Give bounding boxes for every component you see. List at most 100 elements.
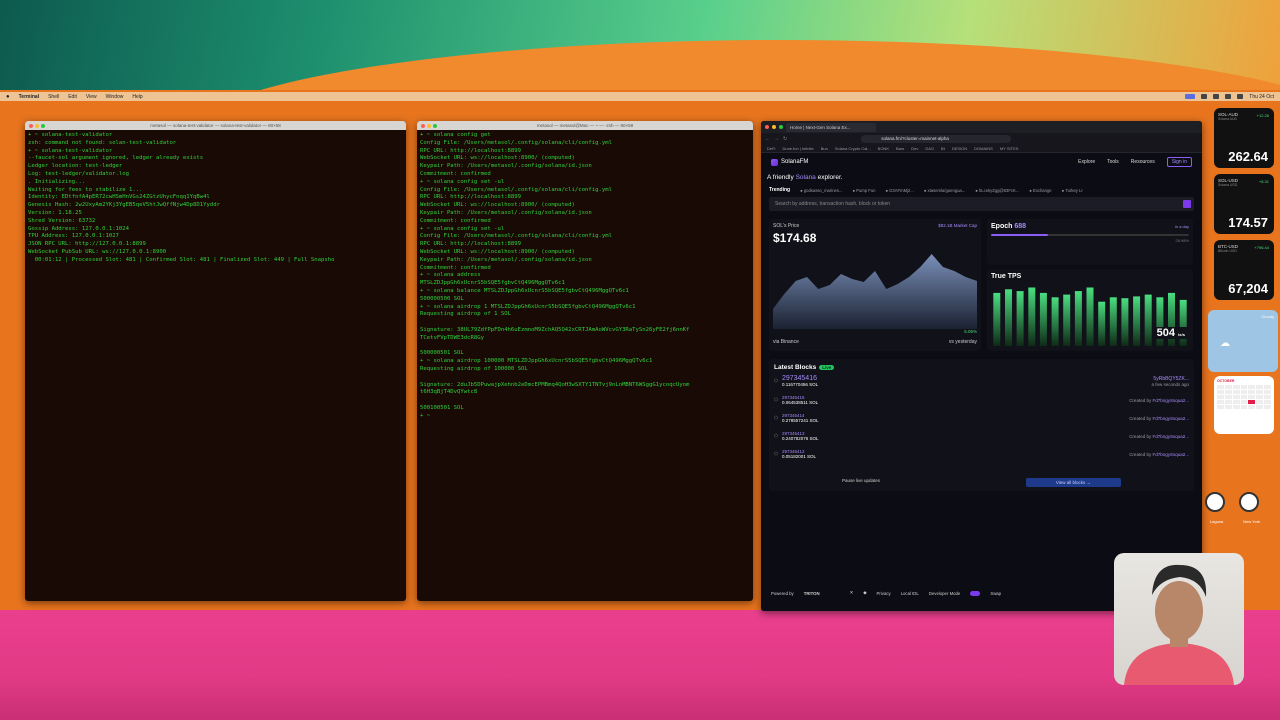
nav-explore[interactable]: Explore — [1078, 159, 1095, 165]
block-row[interactable]: ⬡ 297345413 0.240782076 SOL Created by Fd7b… — [774, 427, 1189, 445]
nav-resources[interactable]: Resources — [1131, 159, 1155, 165]
calendar-day[interactable] — [1248, 385, 1256, 389]
url-field[interactable]: solana.fm/?cluster=mainnet-alpha — [861, 134, 1012, 143]
calendar-day[interactable] — [1240, 405, 1248, 409]
calendar-day[interactable] — [1240, 390, 1248, 394]
battery-icon[interactable] — [1201, 94, 1208, 99]
calendar-day[interactable] — [1248, 395, 1256, 399]
site-logo[interactable]: SolanaFM — [771, 158, 808, 166]
view-all-blocks-button[interactable]: View all blocks → — [1025, 478, 1122, 487]
terminal-output[interactable]: + ~ solana-test-validator zsh: command no… — [25, 130, 406, 267]
calendar-day[interactable] — [1264, 385, 1271, 389]
calendar-day[interactable] — [1256, 390, 1264, 394]
trending-item[interactable]: ● G3AFmMj2... — [885, 188, 913, 193]
footer-swap[interactable]: Swap — [990, 591, 1001, 596]
calendar-day[interactable] — [1240, 395, 1248, 399]
calendar-day[interactable] — [1232, 395, 1240, 399]
calendar-day[interactable] — [1217, 395, 1224, 399]
search-icon[interactable] — [1225, 94, 1232, 99]
menu-help[interactable]: Help — [132, 94, 142, 100]
close-icon[interactable] — [765, 125, 769, 129]
calendar-day[interactable] — [1217, 390, 1224, 394]
block-row[interactable]: ⬡ 297345414 0.278557241 SOL Created by Fd7b… — [774, 409, 1189, 427]
search-input[interactable]: Search by address, transaction hash, blo… — [769, 197, 1194, 211]
calendar-day[interactable] — [1224, 385, 1232, 389]
terminal-titlebar[interactable]: metasol — metasol@Mac — ~ — -zsh — 80×58 — [417, 121, 753, 130]
calendar-day[interactable] — [1224, 405, 1232, 409]
block-row[interactable]: ⬡ 297345412 0.05182001 SOL Created by Fd7bn… — [774, 445, 1189, 463]
menu-edit[interactable]: Edit — [68, 94, 77, 100]
calendar-day[interactable] — [1217, 385, 1224, 389]
calendar-day[interactable] — [1232, 400, 1240, 404]
block-producer[interactable]: 5yRbBQY5ZK... — [1151, 376, 1189, 382]
calendar-day[interactable] — [1256, 385, 1264, 389]
zoom-icon[interactable] — [779, 125, 783, 129]
bookmark-item[interactable]: BONK — [878, 146, 889, 151]
wifi-icon[interactable] — [1213, 94, 1220, 99]
status-icon[interactable] — [1185, 94, 1196, 99]
bookmark-item[interactable]: Solana Crypto Cal... — [835, 146, 871, 151]
calendar-day[interactable] — [1248, 400, 1256, 404]
calendar-day[interactable] — [1232, 405, 1240, 409]
calendar-day[interactable] — [1248, 405, 1256, 409]
calendar-day[interactable] — [1248, 390, 1256, 394]
trending-item[interactable]: ● Pump Fun — [852, 188, 875, 193]
block-producer[interactable]: Fd7bngySsqua2... — [1152, 416, 1189, 421]
weather-widget[interactable]: Cloudy ☁ — [1208, 310, 1278, 372]
bookmark-item[interactable]: Bt — [941, 146, 945, 151]
back-icon[interactable]: ← — [765, 136, 770, 142]
calendar-day[interactable] — [1264, 405, 1271, 409]
trending-item[interactable]: ● Turkey LI — [1062, 188, 1083, 193]
calendar-day[interactable] — [1224, 400, 1232, 404]
block-row[interactable]: ⬡ 297345415 0.064538511 SOL Created by Fd7b… — [774, 391, 1189, 409]
trending-item[interactable]: ● Exchange — [1029, 188, 1051, 193]
trending-item[interactable]: ● hLcekyZgg@83FcK... — [975, 188, 1019, 193]
footer-privacy[interactable]: Privacy — [877, 591, 891, 596]
stock-ticker-widget[interactable]: SOL-USD Solana USD +8.31 174.57 — [1214, 174, 1274, 234]
calendar-day[interactable] — [1217, 400, 1224, 404]
bookmark-item[interactable]: Dune.fun | Infinite — [782, 146, 813, 151]
dev-mode-toggle[interactable] — [970, 590, 981, 596]
menu-window[interactable]: Window — [106, 94, 124, 100]
calendar-day[interactable] — [1240, 385, 1248, 389]
calendar-day[interactable] — [1256, 400, 1264, 404]
menu-clock[interactable]: Thu 24 Oct — [1249, 94, 1274, 100]
bookmark-item[interactable]: Dev — [911, 146, 918, 151]
x-icon[interactable]: ✕ — [850, 590, 854, 596]
bookmark-item[interactable]: DeFi — [767, 146, 775, 151]
footer-brand[interactable]: TRITON — [804, 591, 820, 596]
bookmark-item[interactable]: DESIGN — [952, 146, 967, 151]
search-submit-icon[interactable] — [1183, 200, 1191, 208]
trending-item[interactable]: ● xtasemla/guengua... — [924, 188, 965, 193]
browser-window[interactable]: Home | Next-Gen Solana Ex... ← → ↻ solan… — [761, 121, 1202, 611]
apple-icon[interactable]: ● — [6, 94, 10, 100]
menu-app-name[interactable]: Terminal — [19, 94, 39, 100]
calendar-day[interactable] — [1264, 400, 1271, 404]
stock-ticker-widget[interactable]: SOL-AUD Solana AUD +12.26 262.64 — [1214, 108, 1274, 168]
calendar-day[interactable] — [1256, 395, 1264, 399]
trending-item[interactable]: ● godsasso_marines... — [800, 188, 842, 193]
block-producer[interactable]: Fd7bngySsqua2... — [1152, 434, 1189, 439]
calendar-day[interactable] — [1224, 390, 1232, 394]
menu-view[interactable]: View — [86, 94, 97, 100]
footer-dev-mode[interactable]: Developer Mode — [929, 591, 961, 596]
footer-local-idl[interactable]: Local IDL — [901, 591, 919, 596]
calendar-day[interactable] — [1217, 405, 1224, 409]
calendar-day[interactable] — [1224, 395, 1232, 399]
calendar-day[interactable] — [1232, 385, 1240, 389]
calendar-day[interactable] — [1264, 390, 1271, 394]
menu-shell[interactable]: Shell — [48, 94, 59, 100]
discord-icon[interactable]: ◆ — [863, 590, 866, 596]
world-clock-widget[interactable]: Laguna New York — [1200, 490, 1270, 536]
terminal-window-validator[interactable]: metasol — solana-test-validator — solana… — [25, 121, 406, 601]
bookmark-item[interactable]: Bars — [896, 146, 904, 151]
nav-tools[interactable]: Tools — [1107, 159, 1119, 165]
signin-button[interactable]: Sign in — [1166, 157, 1192, 167]
terminal-titlebar[interactable]: metasol — solana-test-validator — solana… — [25, 121, 406, 130]
reload-icon[interactable]: ↻ — [783, 136, 787, 142]
pause-updates-button[interactable]: Pause live updates — [842, 478, 880, 487]
forward-icon[interactable]: → — [774, 136, 779, 142]
calendar-day[interactable] — [1232, 390, 1240, 394]
calendar-day[interactable] — [1264, 395, 1271, 399]
stock-ticker-widget[interactable]: BTC-USD Bitcoin USD +796.44 67,204 — [1214, 240, 1274, 300]
